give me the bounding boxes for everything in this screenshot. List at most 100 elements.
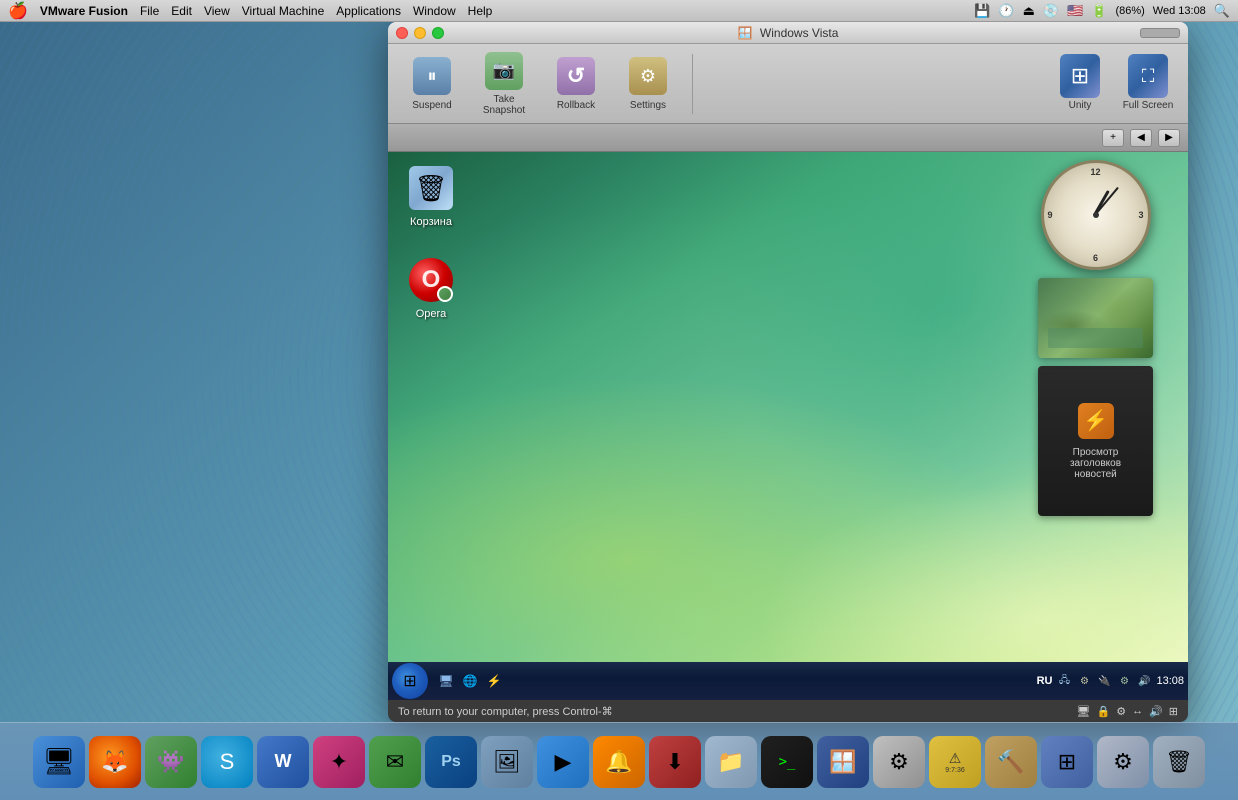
dock-item-photoshop[interactable]: Ps [425, 736, 477, 788]
start-button[interactable]: ⊞ [392, 663, 428, 699]
rss-icon: ⚡ [1078, 403, 1114, 439]
menu-view[interactable]: View [204, 4, 230, 18]
dock-item-alien[interactable]: 👾 [145, 736, 197, 788]
backup-icon: 💾 [974, 3, 990, 19]
menu-file[interactable]: File [140, 4, 159, 18]
desktop-icon-opera[interactable]: Opera [396, 252, 466, 324]
dock-item-photo[interactable]: 🖼 [481, 736, 533, 788]
unity-label: Unity [1069, 100, 1092, 111]
menubar-right: 💾 🕐 ⏏ 💿 🇺🇸 🔋 (86%) Wed 13:08 🔍 [974, 3, 1230, 19]
status-icon-4: ↔ [1132, 705, 1143, 717]
maximize-button[interactable] [432, 27, 444, 39]
battery-percent: (86%) [1115, 5, 1144, 17]
dock-item-finder[interactable]: 🖥 [33, 736, 85, 788]
dock-item-misc[interactable]: ✦ [313, 736, 365, 788]
news-widget-text: Просмотр заголовков новостей [1048, 447, 1143, 480]
menu-applications[interactable]: Applications [336, 4, 401, 18]
dock-item-mail[interactable]: ✉ [369, 736, 421, 788]
dock-item-vlc[interactable]: 🔔 [593, 736, 645, 788]
status-icon-2: 🔒 [1097, 705, 1111, 718]
dock-item-word[interactable]: W [257, 736, 309, 788]
unity-icon [1060, 56, 1100, 96]
battery-icon: 🔋 [1091, 3, 1107, 19]
snap-prev-button[interactable]: ◀ [1130, 129, 1152, 147]
mac-menubar: 🍎 VMware Fusion File Edit View Virtual M… [0, 0, 1238, 22]
dock-item-quicktime[interactable]: ▶ [537, 736, 589, 788]
tray-misc2[interactable]: ⚙ [1116, 673, 1132, 689]
settings-label: Settings [630, 100, 666, 111]
tray-volume[interactable]: 🔊 [1136, 673, 1152, 689]
vista-desktop[interactable]: 🗑 Корзина Opera [388, 152, 1188, 662]
vmware-window: 🪟 Windows Vista Suspend Take Snapsh [388, 22, 1188, 722]
photo-widget[interactable] [1038, 278, 1153, 358]
fullscreen-button[interactable]: Full Screen [1118, 50, 1178, 118]
windows-logo-icon: 🪟 [738, 26, 753, 40]
clock-9: 9 [1048, 210, 1053, 220]
dock-item-terminal[interactable]: >_ [761, 736, 813, 788]
snap-add-button[interactable]: + [1102, 129, 1124, 147]
close-button[interactable] [396, 27, 408, 39]
desktop-icon-recycle-bin[interactable]: 🗑 Корзина [396, 160, 466, 232]
status-right: 🖥 🔒 ⚙ ↔ 🔊 ⊞ [1077, 705, 1178, 718]
rollback-button[interactable]: Rollback [542, 50, 610, 118]
spotlight-icon[interactable]: 🔍 [1214, 3, 1230, 19]
vmware-titlebar: 🪟 Windows Vista [388, 22, 1188, 44]
vista-sidebar: 12 3 6 9 [1003, 152, 1188, 662]
menu-vmware-fusion[interactable]: VMware Fusion [40, 4, 128, 18]
timemachine-icon: 🕐 [998, 3, 1014, 19]
clock-face: 12 3 6 9 [1044, 163, 1148, 267]
dock-item-hammer[interactable]: 🔨 [985, 736, 1037, 788]
taskbar-time: 13:08 [1156, 675, 1184, 687]
language-indicator: RU [1037, 675, 1053, 687]
vista-taskbar: ⊞ 🖥 🌐 ⚡ RU 🖧 ⚙ 🔌 ⚙ 🔊 13:08 [388, 662, 1188, 700]
status-icon-6: ⊞ [1169, 705, 1178, 718]
dock-item-windows2[interactable]: ⊞ [1041, 736, 1093, 788]
status-icon-1: 🖥 [1077, 705, 1091, 718]
minimize-button[interactable] [414, 27, 426, 39]
news-widget[interactable]: ⚡ Просмотр заголовков новостей [1038, 366, 1153, 516]
snapshot-icon [484, 52, 524, 90]
rollback-label: Rollback [557, 100, 595, 111]
clock-3: 3 [1138, 210, 1143, 220]
taskbar-tray: RU 🖧 ⚙ 🔌 ⚙ 🔊 13:08 [1037, 673, 1184, 689]
snapshot-label: Take Snapshot [474, 94, 534, 116]
mac-desktop: 🪟 Windows Vista Suspend Take Snapsh [0, 22, 1238, 722]
status-icon-3: ⚙ [1116, 705, 1126, 718]
fullscreen-label: Full Screen [1123, 100, 1174, 111]
datetime: Wed 13:08 [1153, 5, 1206, 17]
suspend-label: Suspend [412, 100, 451, 111]
menu-virtual-machine[interactable]: Virtual Machine [242, 4, 325, 18]
unity-button[interactable]: Unity [1050, 50, 1110, 118]
dock-item-skype[interactable]: S [201, 736, 253, 788]
menu-window[interactable]: Window [413, 4, 456, 18]
eject-icon: ⏏ [1023, 3, 1035, 19]
window-title: 🪟 Windows Vista [738, 26, 839, 40]
toolbar-separator [692, 54, 693, 114]
rollback-icon [556, 56, 596, 96]
opera-app-icon [407, 256, 455, 304]
dock-item-firefox[interactable]: 🦊 [89, 736, 141, 788]
quicklaunch-ie[interactable]: 🌐 [460, 671, 480, 691]
dock-item-settings2[interactable]: ⚙ [1097, 736, 1149, 788]
apple-menu[interactable]: 🍎 [8, 1, 28, 21]
menu-help[interactable]: Help [468, 4, 493, 18]
clock-6: 6 [1093, 253, 1098, 263]
settings-button[interactable]: Settings [614, 50, 682, 118]
tray-misc1[interactable]: ⚙ [1076, 673, 1092, 689]
take-snapshot-button[interactable]: Take Snapshot [470, 50, 538, 118]
dock-item-trash[interactable]: 🗑 [1153, 736, 1205, 788]
dock-item-settings[interactable]: ⚙ [873, 736, 925, 788]
dock-item-files[interactable]: 📁 [705, 736, 757, 788]
quicklaunch-misc[interactable]: ⚡ [484, 671, 504, 691]
dock-item-windows-vm[interactable]: 🪟 [817, 736, 869, 788]
dock-item-warning[interactable]: ⚠ 9:7:36 [929, 736, 981, 788]
tray-network[interactable]: 🖧 [1056, 673, 1072, 689]
tray-network2[interactable]: 🔌 [1096, 673, 1112, 689]
clock-widget: 12 3 6 9 [1041, 160, 1151, 270]
quicklaunch-desktop[interactable]: 🖥 [436, 671, 456, 691]
dock-item-torrent[interactable]: ⬇ [649, 736, 701, 788]
suspend-button[interactable]: Suspend [398, 50, 466, 118]
snapshot-navigation-bar: + ◀ ▶ [388, 124, 1188, 152]
menu-edit[interactable]: Edit [171, 4, 192, 18]
snap-next-button[interactable]: ▶ [1158, 129, 1180, 147]
